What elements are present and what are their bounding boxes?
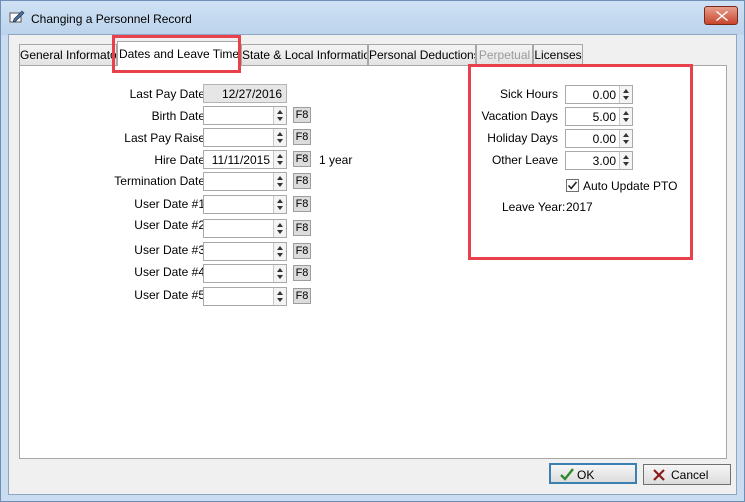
tab-label: Perpetual	[478, 48, 531, 62]
hire-date-label: Hire Date	[154, 153, 205, 167]
user-date-5-field[interactable]	[203, 287, 287, 306]
tab-perpetual: Perpetual	[476, 44, 533, 65]
ok-button[interactable]: OK	[549, 463, 637, 484]
check-icon	[560, 468, 574, 481]
last-pay-raise-field[interactable]	[203, 128, 287, 147]
hire-date-field[interactable]: 11/11/2015	[203, 150, 287, 169]
tenure-note: 1 year	[319, 153, 353, 167]
last-pay-raise-spinner[interactable]	[273, 129, 286, 146]
tab-highlight-box	[112, 35, 241, 73]
tab-state-local-information[interactable]: State & Local Information	[241, 44, 368, 65]
user-date-3-field[interactable]	[203, 242, 287, 261]
user-date-2-label: User Date #2	[134, 218, 205, 232]
user-date-4-field[interactable]	[203, 264, 287, 283]
tab-general-information[interactable]: General Informaton	[19, 44, 117, 65]
hire-date-spinner[interactable]	[273, 151, 286, 168]
dialog-window: Changing a Personnel Record General Info…	[0, 0, 745, 502]
user-date-1-label: User Date #1	[134, 197, 205, 211]
window-title: Changing a Personnel Record	[31, 12, 192, 26]
last-pay-date-label: Last Pay Date	[129, 87, 205, 101]
user-date-1-f8-button[interactable]: F8	[293, 196, 311, 212]
user-date-5-f8-button[interactable]: F8	[293, 288, 311, 304]
user-date-5-spinner[interactable]	[273, 288, 286, 305]
tab-label: State & Local Information	[242, 48, 368, 62]
user-date-5-label: User Date #5	[134, 288, 205, 302]
tab-licenses[interactable]: Licenses	[533, 44, 583, 65]
termination-date-field[interactable]	[203, 172, 287, 191]
last-pay-raise-label: Last Pay Raise	[124, 131, 205, 145]
cancel-button-label: Cancel	[671, 468, 709, 482]
termination-date-f8-button[interactable]: F8	[293, 173, 311, 189]
cancel-button[interactable]: Cancel	[643, 464, 731, 485]
termination-date-spinner[interactable]	[273, 173, 286, 190]
birth-date-field[interactable]	[203, 106, 287, 125]
x-icon	[653, 469, 665, 481]
title-bar[interactable]: Changing a Personnel Record	[1, 1, 744, 35]
tab-label: Licenses	[534, 48, 582, 62]
user-date-4-label: User Date #4	[134, 265, 205, 279]
user-date-2-f8-button[interactable]: F8	[293, 220, 311, 236]
ok-button-label: OK	[577, 468, 595, 482]
birth-date-f8-button[interactable]: F8	[293, 107, 311, 123]
last-pay-raise-f8-button[interactable]: F8	[293, 129, 311, 145]
birth-date-spinner[interactable]	[273, 107, 286, 124]
user-date-1-spinner[interactable]	[273, 196, 286, 213]
birth-date-label: Birth Date	[151, 109, 205, 123]
user-date-2-field[interactable]	[203, 219, 287, 238]
user-date-4-f8-button[interactable]: F8	[293, 265, 311, 281]
last-pay-date-field: 12/27/2016	[203, 84, 287, 103]
termination-date-label: Termination Date	[114, 174, 205, 188]
leave-highlight-box	[468, 64, 693, 260]
close-button[interactable]	[704, 6, 738, 25]
edit-record-icon	[9, 9, 25, 23]
user-date-3-f8-button[interactable]: F8	[293, 243, 311, 259]
tab-label: Personal Deductions	[369, 48, 476, 62]
user-date-3-label: User Date #3	[134, 243, 205, 257]
tab-label: General Informaton	[20, 48, 117, 62]
user-date-2-spinner[interactable]	[273, 220, 286, 237]
user-date-4-spinner[interactable]	[273, 265, 286, 282]
user-date-3-spinner[interactable]	[273, 243, 286, 260]
close-x-icon	[716, 11, 728, 21]
tab-personal-deductions[interactable]: Personal Deductions	[368, 44, 476, 65]
user-date-1-field[interactable]	[203, 195, 287, 214]
hire-date-f8-button[interactable]: F8	[293, 151, 311, 167]
